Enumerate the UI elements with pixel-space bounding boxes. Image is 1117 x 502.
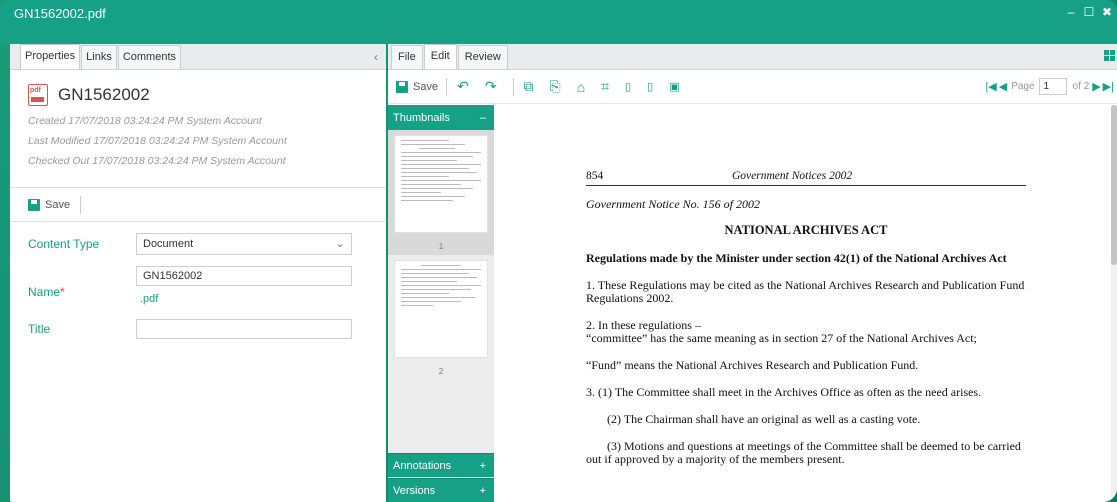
thumbnail-number: 1	[438, 242, 444, 251]
save-icon	[28, 198, 40, 211]
paste-icon[interactable]: ⎘	[550, 78, 561, 95]
pdf-page-view[interactable]: 854 Government Notices 2002 Government N…	[494, 105, 1117, 502]
paragraph-3-1: 3. (1) The Committee shall meet in the A…	[586, 385, 982, 399]
tab-review[interactable]: Review	[457, 45, 508, 69]
page-count: of 2	[1072, 81, 1090, 92]
tab-edit[interactable]: Edit	[423, 44, 457, 69]
versions-label: Versions	[393, 484, 436, 497]
close-icon[interactable]: ✖	[1101, 5, 1113, 19]
viewer-toolbar: Save ↶ ↷ ⧉ ⎘ ⌂ ⌗ ▯ ▯ ▣ |◀ ◀ Page 1 of 2 …	[388, 70, 1117, 104]
minimize-icon[interactable]: –	[1065, 5, 1077, 19]
content-type-row: Content Type Document ⌄	[10, 233, 386, 255]
vertical-scrollbar[interactable]	[1111, 105, 1117, 502]
checked-out-info: Checked Out 17/07/2018 03:24:24 PM Syste…	[28, 155, 286, 167]
modified-info: Last Modified 17/07/2018 03:24:24 PM Sys…	[28, 135, 287, 147]
thumbnails-label: Thumbnails	[393, 111, 450, 124]
title-label: Title	[28, 322, 51, 336]
viewer-tab-bar: File Edit Review	[388, 44, 1117, 70]
thumbnail-preview	[394, 260, 488, 358]
page-label: Page	[1011, 81, 1035, 92]
properties-panel: Properties Links Comments ‹ pdf GN156200…	[10, 44, 386, 502]
name-input[interactable]: GN1562002	[136, 266, 352, 286]
content-type-value: Document	[143, 238, 194, 250]
copy-icon[interactable]: ⧉	[524, 78, 534, 95]
act-title: NATIONAL ARCHIVES ACT	[724, 223, 888, 237]
next-page-icon[interactable]: ▶	[1092, 80, 1100, 93]
expand-icon[interactable]: +	[480, 485, 486, 497]
toolbar-save-button[interactable]: Save	[396, 80, 438, 93]
tab-links[interactable]: Links	[81, 45, 117, 69]
crop-icon[interactable]: ⌗	[601, 78, 609, 95]
created-info: Created 17/07/2018 03:24:24 PM System Ac…	[28, 115, 262, 127]
expand-icon[interactable]: +	[480, 460, 486, 472]
page-navigator: |◀ ◀ Page 1 of 2 ▶ ▶|	[984, 78, 1115, 95]
pdf-file-icon: pdf	[28, 84, 48, 106]
notice-number: Government Notice No. 156 of 2002	[586, 197, 760, 211]
page-header: 854 Government Notices 2002	[586, 170, 1026, 186]
name-label: Name*	[28, 285, 65, 299]
document-viewer: File Edit Review Save ↶ ↷ ⧉ ⎘ ⌂ ⌗ ▯ ▯ ▣ …	[388, 44, 1117, 502]
document-metadata: Created 17/07/2018 03:24:24 PM System Ac…	[10, 106, 386, 171]
document-title: GN1562002	[58, 85, 150, 104]
title-input[interactable]	[136, 319, 352, 339]
thumbnail-page-2[interactable]: 2	[388, 255, 494, 380]
paragraph-3-2: (2) The Chairman shall have an original …	[607, 412, 921, 426]
undo-icon[interactable]: ↶	[457, 78, 469, 95]
versions-header[interactable]: Versions +	[388, 478, 494, 502]
annotations-header[interactable]: Annotations +	[388, 453, 494, 477]
thumbnails-panel: Thumbnails – 1 2 Annotations + Versions …	[388, 105, 494, 502]
chevron-down-icon: ⌄	[335, 238, 345, 250]
page-insert-icon[interactable]: ▯	[625, 80, 631, 93]
annotations-label: Annotations	[393, 459, 452, 472]
page-number-input[interactable]: 1	[1038, 78, 1067, 95]
save-icon	[396, 80, 408, 93]
collapse-icon[interactable]: –	[480, 112, 486, 124]
thumbnail-number: 2	[438, 367, 444, 376]
maximize-icon[interactable]: ☐	[1083, 5, 1095, 19]
content-type-select[interactable]: Document ⌄	[136, 233, 352, 255]
save-button[interactable]: Save	[45, 199, 70, 211]
paragraph-2: 2. In these regulations – “committee” ha…	[586, 318, 977, 345]
tab-properties[interactable]: Properties	[20, 44, 81, 69]
page-number: 854	[586, 170, 604, 182]
app-window: GN1562002.pdf – ☐ ✖ Properties Links Com…	[0, 0, 1117, 502]
thumbnails-header[interactable]: Thumbnails –	[388, 105, 494, 130]
thumbnail-preview	[394, 135, 488, 233]
eraser-icon[interactable]: ⌂	[577, 79, 585, 95]
pdf-icon-label: pdf	[30, 87, 41, 94]
pdf-page-content: 854 Government Notices 2002 Government N…	[586, 170, 1026, 466]
last-page-icon[interactable]: ▶|	[1103, 80, 1114, 93]
paragraph-3-3: (3) Motions and questions at meetings of…	[586, 439, 1021, 466]
thumbnail-page-1[interactable]: 1	[388, 130, 494, 255]
paragraph-1: 1. These Regulations may be cited as the…	[586, 278, 1025, 305]
tab-file[interactable]: File	[391, 45, 423, 69]
properties-save-bar: Save	[10, 188, 386, 222]
paragraph-fund: “Fund” means the National Archives Resea…	[586, 358, 919, 372]
file-extension: .pdf	[140, 293, 159, 305]
prev-page-icon[interactable]: ◀	[999, 80, 1007, 93]
content-type-label: Content Type	[28, 237, 100, 251]
window-controls: – ☐ ✖	[1065, 5, 1113, 19]
required-marker: *	[60, 285, 65, 299]
window-title: GN1562002.pdf	[14, 5, 106, 21]
tab-comments[interactable]: Comments	[117, 45, 182, 69]
regulations-title: Regulations made by the Minister under s…	[586, 251, 1007, 265]
grid-view-icon[interactable]	[1104, 50, 1115, 61]
title-bar: GN1562002.pdf – ☐ ✖	[0, 0, 1117, 44]
redo-icon[interactable]: ↷	[485, 78, 497, 95]
title-row: Title	[10, 319, 386, 339]
page-extract-icon[interactable]: ▣	[669, 80, 679, 93]
name-row: Name* GN1562002 .pdf	[10, 266, 386, 305]
page-replace-icon[interactable]: ▯	[647, 80, 653, 93]
publication-name: Government Notices 2002	[732, 170, 853, 182]
first-page-icon[interactable]: |◀	[985, 80, 996, 93]
collapse-panel-icon[interactable]: ‹	[374, 50, 378, 64]
document-header: pdf GN1562002	[10, 70, 386, 106]
left-tab-bar: Properties Links Comments ‹	[10, 44, 386, 70]
